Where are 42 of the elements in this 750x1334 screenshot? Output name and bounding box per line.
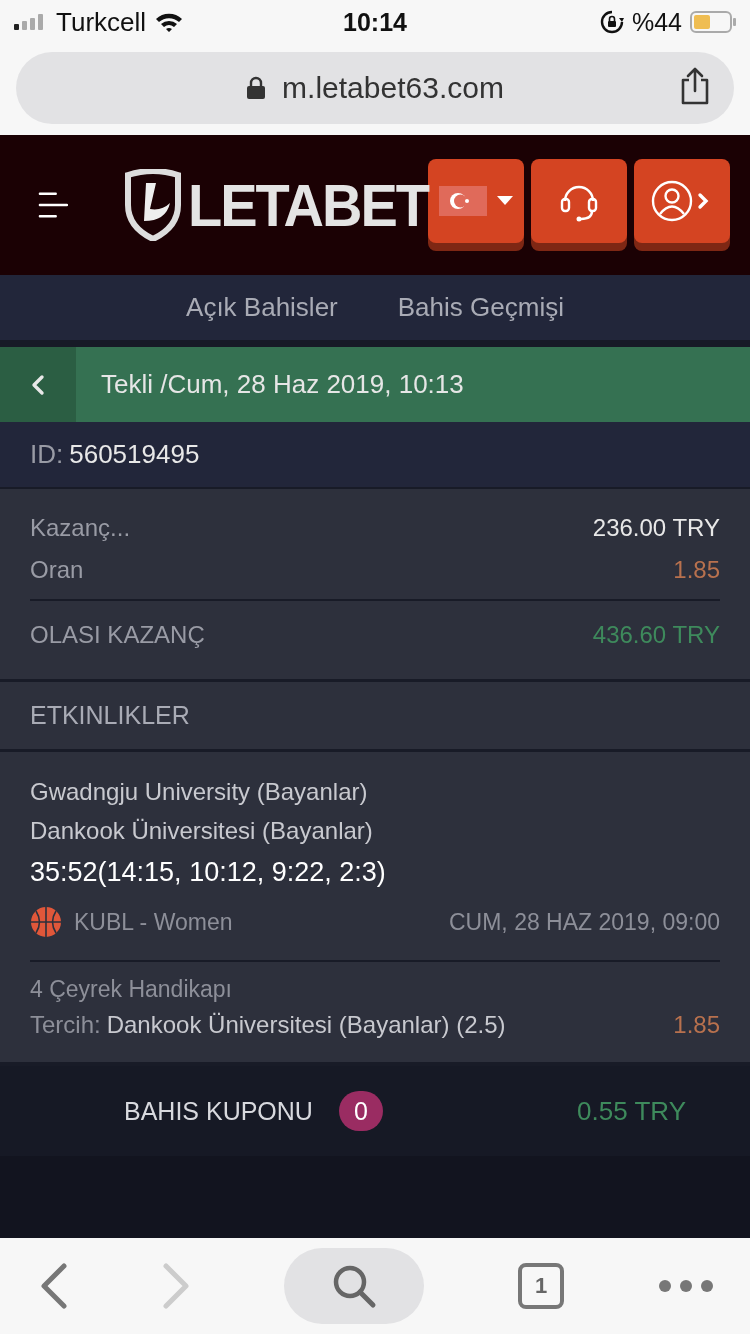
- address-bar[interactable]: m.letabet63.com: [16, 52, 734, 124]
- event-date: CUM, 28 HAZ 2019, 09:00: [448, 908, 720, 936]
- team-name: Dankook Üniversitesi (Bayanlar): [30, 815, 374, 846]
- search-icon: [331, 1263, 377, 1309]
- total-label: OLASI KAZANÇ: [30, 621, 205, 649]
- carrier-name: Turkcell: [56, 6, 147, 38]
- back-icon[interactable]: [40, 1263, 68, 1309]
- logo-wordmark: LETABET: [187, 170, 428, 240]
- battery-percent: %44: [631, 7, 682, 37]
- wifi-icon: [154, 11, 185, 33]
- caret-icon: [497, 196, 513, 206]
- basketball-icon: [30, 906, 62, 938]
- market-name: 4 Çeyrek Handikapı: [30, 974, 233, 1004]
- tab[interactable]: Açık Bahisler: [186, 286, 338, 329]
- bet-slip-amount: 0.55 TRY: [577, 1095, 686, 1127]
- tab[interactable]: Bahis Geçmişi: [397, 286, 564, 329]
- rotation-lock-icon: [599, 10, 624, 34]
- summary-label: Oran: [30, 556, 84, 584]
- total-value: 436.60 TRY: [592, 621, 720, 649]
- id-value: 560519495: [69, 439, 200, 470]
- battery-icon: [690, 11, 736, 33]
- section-title: ETKINLIKLER: [30, 701, 190, 730]
- more-icon[interactable]: [658, 1279, 714, 1293]
- choice-value: Dankook Üniversitesi (Bayanlar) (2.5): [106, 1011, 506, 1039]
- summary-label: Kazanç...: [30, 514, 131, 542]
- summary-value: 1.85: [673, 556, 720, 584]
- league-name: KUBL - Women: [74, 908, 233, 936]
- choice-label: Tercih:: [30, 1011, 101, 1039]
- clock: 10:14: [342, 7, 408, 37]
- odds-value: 1.85: [673, 1011, 720, 1039]
- team-name: Gwadngju University (Bayanlar): [30, 776, 369, 807]
- flag-icon: [439, 186, 487, 216]
- chevron-left-icon: [31, 373, 45, 396]
- url-text: m.letabet63.com: [282, 71, 504, 105]
- bet-slip-label: BAHIS KUPONU: [124, 1096, 313, 1126]
- id-label: ID:: [30, 439, 64, 470]
- lock-icon: [246, 76, 267, 100]
- count-badge: 0: [338, 1091, 383, 1131]
- bet-title: Tekli /Cum, 28 Haz 2019, 10:13: [101, 369, 464, 400]
- tabs-button[interactable]: 1: [518, 1263, 564, 1309]
- summary-value: 236.00 TRY: [592, 514, 720, 542]
- score-text: 35:52(14:15, 10:12, 9:22, 2:3): [30, 855, 387, 889]
